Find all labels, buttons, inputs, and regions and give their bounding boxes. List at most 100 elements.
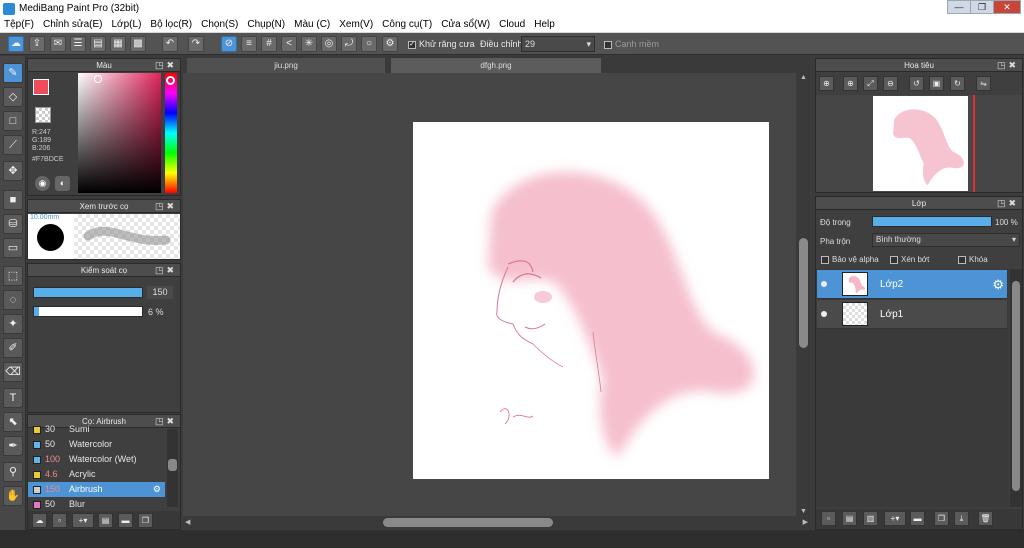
visibility-icon[interactable] [821, 311, 827, 317]
brush-list-scrollbar[interactable] [167, 429, 178, 507]
menu-help[interactable]: Help [534, 19, 555, 30]
cloud-icon[interactable]: ☁ [8, 36, 24, 52]
horizontal-scrollbar[interactable]: ◀ ▶ [183, 516, 810, 529]
select-eraser-icon[interactable]: ⌫ [3, 362, 23, 382]
fit-window-icon[interactable]: ▣ [929, 76, 944, 91]
list-item[interactable]: 4.6 Acrylic [28, 467, 165, 482]
add-brush-icon[interactable]: +▾ [72, 513, 94, 528]
navigator-view[interactable] [816, 95, 1022, 192]
rotate-left-icon[interactable]: ↺ [909, 76, 924, 91]
lock-checkbox[interactable]: Khóa [958, 255, 988, 264]
zoom-in-icon[interactable]: ⊕ [819, 76, 834, 91]
new-8bit-layer-icon[interactable]: ▥ [863, 511, 878, 526]
primary-color-swatch[interactable] [33, 79, 49, 95]
saturation-value-picker[interactable] [78, 73, 161, 193]
folder-icon[interactable]: ▬ [118, 513, 133, 528]
list-item[interactable]: 100 Watercolor (Wet) [28, 452, 165, 467]
chat-icon[interactable]: ☰ [70, 36, 86, 52]
palette-icon[interactable]: ◐ [55, 176, 70, 191]
lasso-icon[interactable]: ◌ [3, 290, 23, 310]
scroll-up-icon[interactable]: ▲ [800, 74, 807, 81]
eraser-tool-icon[interactable]: ◇ [3, 87, 23, 107]
scroll-right-icon[interactable]: ▶ [803, 518, 808, 526]
tab-jiu[interactable]: jiu.png [187, 58, 385, 73]
list-item[interactable]: 30 Sumi [28, 425, 165, 437]
zoom-in-alt-icon[interactable]: ⊕ [843, 76, 858, 91]
hue-slider[interactable] [165, 73, 177, 193]
bucket-tool-icon[interactable]: ⛁ [3, 214, 23, 234]
layer-row-lop2[interactable]: Lớp2 ⚙ [817, 270, 1007, 299]
menu-select[interactable]: Chọn(S) [201, 19, 238, 30]
protect-alpha-checkbox[interactable]: Bảo vệ alpha [821, 255, 879, 264]
brush-tool-icon[interactable]: ✎ [3, 63, 23, 83]
parallel-snap-icon[interactable]: ≡ [241, 36, 257, 52]
share-icon[interactable]: ⇪ [29, 36, 45, 52]
layer-list-scrollbar[interactable] [1010, 269, 1022, 507]
hue-cursor[interactable] [166, 76, 175, 85]
document-icon[interactable]: ▤ [90, 36, 106, 52]
transparent-color-swatch[interactable] [35, 107, 51, 123]
rotate-right-icon[interactable]: ↻ [950, 76, 965, 91]
menu-color[interactable]: Màu (C) [294, 19, 330, 30]
undo-icon[interactable]: ↶ [162, 36, 178, 52]
radial-snap-icon[interactable]: ✳ [301, 36, 317, 52]
trash-icon[interactable]: 🗑 [978, 511, 993, 526]
canvas-paper[interactable] [413, 122, 769, 479]
move-tool-icon[interactable]: ✥ [3, 161, 23, 181]
scroll-left-icon[interactable]: ◀ [185, 518, 190, 526]
magic-wand-icon[interactable]: ✦ [3, 314, 23, 334]
menu-edit[interactable]: Chỉnh sửa(E) [43, 19, 103, 30]
maximize-button[interactable]: ❐ [970, 0, 994, 14]
panel-controls-icon[interactable]: ◳✖ [155, 59, 177, 72]
vertical-scrollbar[interactable]: ▲ ▼ [797, 73, 810, 516]
brush-opacity-slider[interactable] [33, 306, 143, 317]
menu-snap[interactable]: Chụp(N) [247, 19, 285, 30]
divide-tool-icon[interactable]: ✒ [3, 436, 23, 456]
color-wheel-icon[interactable]: ◉ [35, 176, 50, 191]
new-halftone-layer-icon[interactable]: ▤ [842, 511, 857, 526]
text-tool-icon[interactable]: T [3, 388, 23, 408]
menu-file[interactable]: Tệp(F) [4, 19, 34, 30]
grid-icon[interactable]: ▩ [130, 36, 146, 52]
panel-controls-icon[interactable]: ◳✖ [997, 197, 1019, 210]
folder-icon[interactable]: ▬ [910, 511, 925, 526]
list-item-selected[interactable]: 150 Airbrush ⚙ [28, 482, 165, 497]
horizontal-scroll-thumb[interactable] [383, 518, 553, 527]
snap-settings-icon[interactable]: ⚙ [382, 36, 398, 52]
scroll-down-icon[interactable]: ▼ [800, 508, 807, 515]
brush-size-slider[interactable] [33, 287, 143, 298]
sv-cursor[interactable] [94, 75, 102, 83]
add-layer-menu-icon[interactable]: +▾ [884, 511, 906, 526]
brush-size-value[interactable]: 150 [147, 286, 173, 299]
flip-icon[interactable]: ⇋ [976, 76, 991, 91]
clipping-checkbox[interactable]: Xén bớt [890, 255, 929, 264]
list-item[interactable]: 50 Watercolor [28, 437, 165, 452]
eyedropper-icon[interactable]: ⚲ [3, 462, 23, 482]
soft-edge-checkbox[interactable]: Cạnh mềm [604, 39, 659, 49]
menu-window[interactable]: Cửa sổ(W) [441, 19, 490, 30]
close-button[interactable]: ✕ [993, 0, 1021, 14]
snap-off-icon[interactable]: ⊘ [221, 36, 237, 52]
gear-icon[interactable]: ⚙ [153, 482, 161, 497]
duplicate-icon[interactable]: ❐ [138, 513, 153, 528]
menu-tools[interactable]: Công cụ(T) [382, 19, 432, 30]
select-rect-icon[interactable]: ⬚ [3, 266, 23, 286]
curve-snap-icon[interactable]: ⤾ [341, 36, 357, 52]
panel-controls-icon[interactable]: ◳✖ [997, 59, 1019, 72]
list-item[interactable]: 50 Blur [28, 497, 165, 509]
layer-opacity-slider[interactable] [872, 216, 992, 227]
hand-tool-icon[interactable]: ✋ [3, 486, 23, 506]
select-pen-icon[interactable]: ✐ [3, 338, 23, 358]
menu-layer[interactable]: Lớp(L) [112, 19, 142, 30]
correction-select[interactable]: 29 ▾ [521, 36, 595, 52]
menu-view[interactable]: Xem(V) [339, 19, 373, 30]
fit-icon[interactable]: ⤢ [863, 76, 878, 91]
circle-snap-icon[interactable]: ○ [361, 36, 377, 52]
dot-tool-icon[interactable]: □ [3, 111, 23, 131]
duplicate-layer-icon[interactable]: ❐ [934, 511, 949, 526]
fill-rect-icon[interactable]: ■ [3, 190, 23, 210]
scroll-thumb[interactable] [168, 459, 177, 471]
blend-mode-select[interactable]: Bình thường ▾ [872, 233, 1020, 247]
concentric-snap-icon[interactable]: ◎ [321, 36, 337, 52]
redo-icon[interactable]: ↷ [188, 36, 204, 52]
